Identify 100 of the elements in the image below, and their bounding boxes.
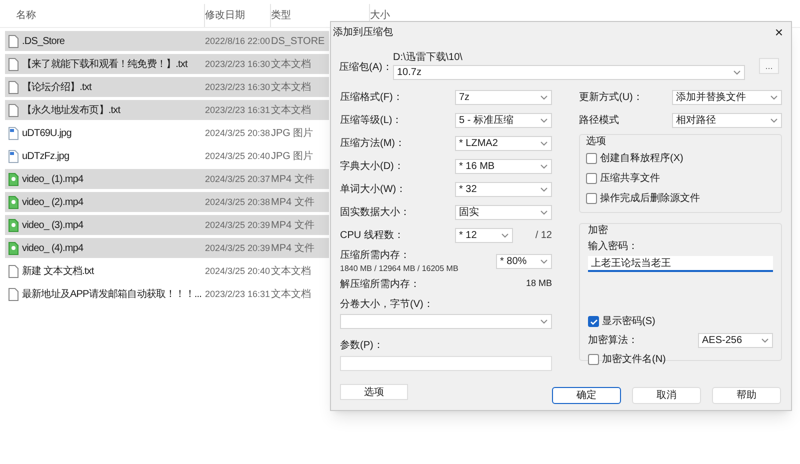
chevron-down-icon <box>540 210 548 215</box>
checkbox-label: 操作完成后删除源文件 <box>600 192 700 206</box>
document-icon <box>8 58 19 70</box>
modified-date: 2024/3/25 20:39 <box>205 220 270 230</box>
dropdown[interactable]: 10.7z <box>393 65 745 80</box>
field-label: 加密算法： <box>588 334 639 348</box>
file-row[interactable]: video_ (1).mp4 2024/3/25 20:37 MP4 文件 <box>5 169 329 189</box>
file-name: 最新地址及APP请发邮箱自动获取！！！... <box>22 288 202 300</box>
file-type: 文本文档 <box>271 58 311 70</box>
file-type: MP4 文件 <box>271 242 314 254</box>
file-row[interactable]: 【永久地址发布页】.txt 2023/2/23 16:31文本文档 <box>5 100 329 120</box>
modified-date: 2024/3/25 20:40 <box>205 150 270 160</box>
field-label: 路径模式 <box>579 114 620 128</box>
checkbox-label: 压缩共享文件 <box>600 172 660 186</box>
window-title: 添加到压缩包 <box>333 26 393 40</box>
dropdown[interactable]: * LZMA2 <box>455 136 552 151</box>
file-row[interactable]: video_ (4).mp4 2024/3/25 20:39 MP4 文件 <box>5 238 329 258</box>
dropdown[interactable]: * 12 <box>455 228 513 243</box>
browse-button[interactable]: ... <box>759 58 779 74</box>
file-name: 新建 文本文档.txt <box>22 266 94 276</box>
file-type: 文本文档 <box>271 82 311 92</box>
column-header[interactable]: 名称 <box>16 8 36 23</box>
dropdown[interactable]: * 32 <box>455 182 552 197</box>
checkbox[interactable] <box>586 193 597 204</box>
chevron-down-icon <box>540 164 548 169</box>
file-row[interactable]: 【论坛介绍】.txt 2023/2/23 16:30文本文档 <box>5 77 329 97</box>
column-header[interactable]: 大小 <box>370 8 390 23</box>
field-label: 单词大小(W)： <box>340 182 408 197</box>
modified-date: 2024/3/25 20:38 <box>205 196 270 206</box>
checkbox[interactable] <box>588 354 599 365</box>
video-file-icon <box>8 172 19 186</box>
file-type: MP4 文件 <box>271 174 314 184</box>
dropdown[interactable]: 5 - 标准压缩 <box>455 113 552 128</box>
chevron-down-icon <box>540 95 548 100</box>
checkbox-label: 显示密码(S) <box>602 314 656 329</box>
file-type: MP4 文件 <box>271 196 314 208</box>
dialog-button[interactable]: 确定 <box>552 387 621 404</box>
modified-date: 2024/3/25 20:39 <box>205 242 270 252</box>
field-label: 分卷大小，字节(V)： <box>340 298 434 312</box>
chevron-down-icon <box>540 187 548 192</box>
chevron-down-icon <box>540 319 548 324</box>
document-icon <box>8 80 19 94</box>
file-name: 【论坛介绍】.txt <box>22 82 92 92</box>
chevron-down-icon <box>540 118 548 123</box>
options-button[interactable]: 选项 <box>340 384 408 400</box>
field-label: 字典大小(D)： <box>340 160 405 174</box>
file-name: uDTzFz.jpg <box>22 150 70 162</box>
document-icon <box>8 34 19 48</box>
video-file-icon <box>8 242 19 254</box>
chevron-down-icon <box>761 338 769 343</box>
dropdown[interactable]: AES-256 <box>698 333 773 348</box>
field-label: 输入密码： <box>588 240 639 254</box>
file-name: video_ (4).mp4 <box>22 242 84 254</box>
dropdown[interactable]: 固实 <box>455 205 552 220</box>
file-type: MP4 文件 <box>271 220 314 230</box>
modified-date: 2022/8/16 22:00 <box>205 36 270 46</box>
modified-date: 2023/2/23 16:30 <box>205 58 270 68</box>
checkbox[interactable] <box>588 316 599 327</box>
field-label: 压缩格式(F)： <box>340 90 404 105</box>
dropdown[interactable]: 7z <box>455 90 552 105</box>
document-icon <box>8 104 19 116</box>
file-row[interactable]: 【来了就能下载和观看！纯免费！】.txt 2023/2/23 16:30文本文档 <box>5 54 329 74</box>
password-field[interactable]: 上老王论坛当老王 <box>588 256 773 272</box>
group-title: 加密 <box>588 224 609 238</box>
modified-date: 2024/3/25 20:37 <box>205 174 270 184</box>
chevron-down-icon <box>770 95 778 100</box>
field-label: 固实数据大小： <box>340 206 411 220</box>
dropdown[interactable]: 添加并替换文件 <box>672 90 782 105</box>
checkbox[interactable] <box>586 173 597 184</box>
dropdown[interactable]: * 16 MB <box>455 159 552 174</box>
column-header[interactable]: 类型 <box>271 8 291 23</box>
file-row[interactable]: .DS_Store 2022/8/16 22:00DS_STORE <box>5 31 329 51</box>
document-icon <box>8 264 19 278</box>
dialog-button[interactable]: 帮助 <box>712 387 781 404</box>
file-name: 【来了就能下载和观看！纯免费！】.txt <box>22 58 188 70</box>
field-label: 压缩包(A)： <box>339 60 393 75</box>
memory-value: 18 MB <box>526 277 552 290</box>
field-label: 更新方式(U)： <box>579 90 644 105</box>
group-title: 选项 <box>586 134 607 149</box>
thread-total: / 12 <box>535 229 552 243</box>
chevron-down-icon <box>733 70 741 75</box>
video-file-icon <box>8 218 19 232</box>
column-header[interactable]: 修改日期 <box>205 8 245 23</box>
modified-date: 2024/3/25 20:38 <box>205 128 270 138</box>
chevron-down-icon <box>540 141 548 146</box>
checkbox[interactable] <box>586 153 597 164</box>
dropdown[interactable]: * 80% <box>496 254 552 268</box>
dialog-button[interactable]: 取消 <box>632 387 701 404</box>
file-row[interactable]: video_ (2).mp4 2024/3/25 20:38MP4 文件 <box>5 192 329 212</box>
file-type: 文本文档 <box>271 266 311 276</box>
field-label: 解压缩所需内存： <box>340 278 420 292</box>
dropdown[interactable]: 相对路径 <box>672 113 782 128</box>
file-name: video_ (2).mp4 <box>22 196 84 208</box>
field-label: 压缩所需内存： <box>340 248 411 262</box>
close-button[interactable]: × <box>774 25 783 39</box>
file-type: JPG 图片 <box>271 128 314 138</box>
file-row[interactable]: video_ (3).mp4 2024/3/25 20:39 MP4 文件 <box>5 215 329 235</box>
file-name: .DS_Store <box>22 36 65 46</box>
parameters-field[interactable] <box>340 356 552 371</box>
checkbox-label: 加密文件名(N) <box>602 352 666 367</box>
